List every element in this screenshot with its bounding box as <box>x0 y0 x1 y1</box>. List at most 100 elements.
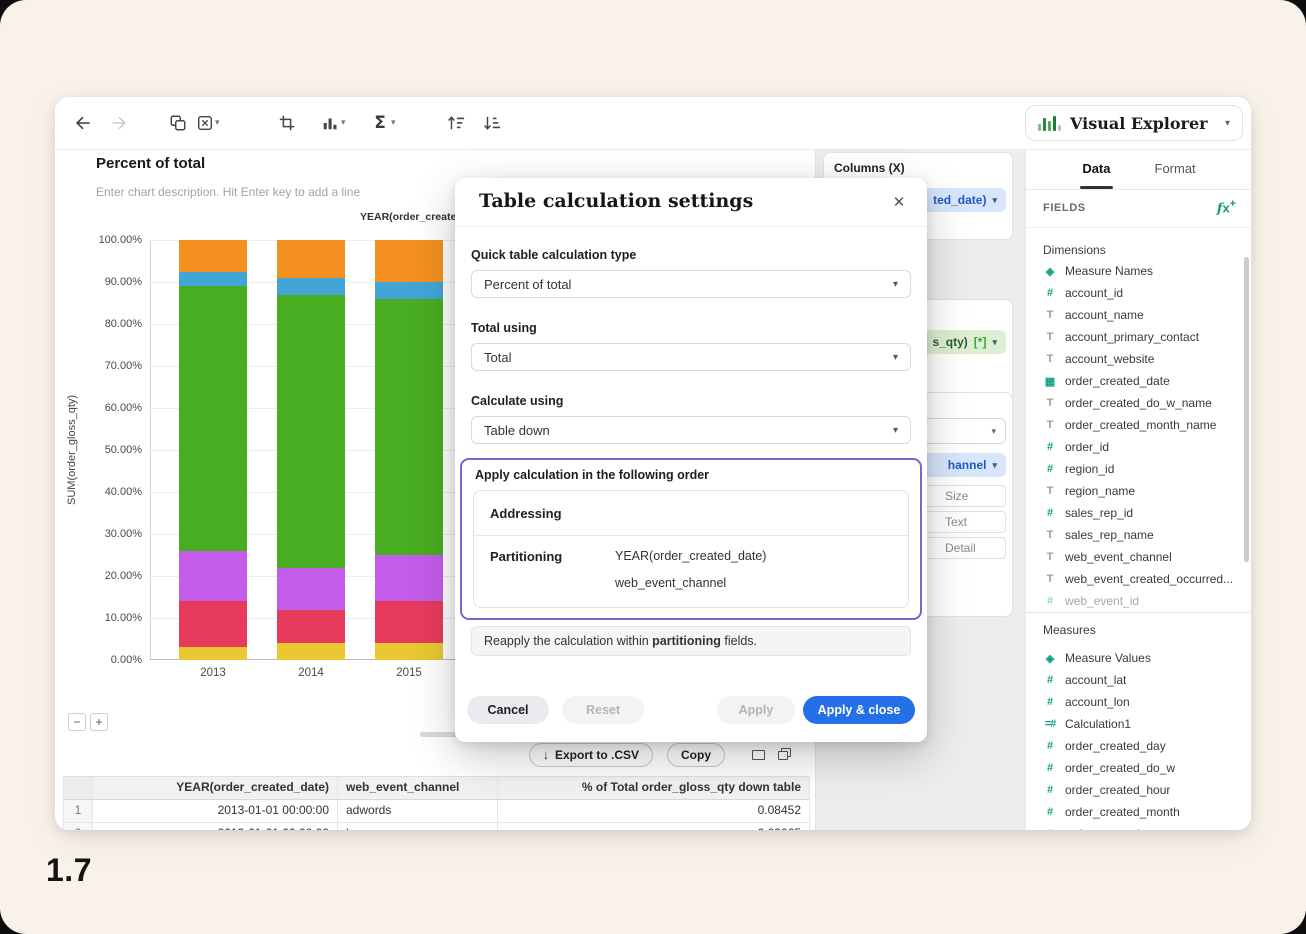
sort-descending-icon[interactable] <box>479 110 505 136</box>
chevron-down-icon: ▾ <box>1224 117 1230 129</box>
field-item[interactable]: # order_created_hour <box>1026 779 1242 801</box>
field-label: account_website <box>1065 352 1155 366</box>
bar-segment[interactable] <box>179 601 247 648</box>
bar-segment[interactable] <box>277 643 345 660</box>
export-csv-button[interactable]: ↓ Export to .CSV <box>529 743 654 767</box>
bar-segment[interactable] <box>277 277 345 295</box>
sort-ascending-icon[interactable] <box>443 110 469 136</box>
chevron-down-icon[interactable]: ▾ <box>215 117 220 128</box>
bar-segment[interactable] <box>375 240 443 282</box>
cancel-button[interactable]: Cancel <box>467 696 549 724</box>
field-label: web_event_id <box>1065 594 1140 608</box>
field-item[interactable]: Tregion_name <box>1026 480 1242 502</box>
duplicate-chart-icon[interactable] <box>165 110 191 136</box>
expand-table-icon[interactable] <box>778 748 792 760</box>
field-item[interactable]: ◈ Measure Names <box>1026 260 1242 282</box>
bar-segment[interactable] <box>375 643 443 660</box>
aggregate-sigma-icon[interactable]: Σ <box>367 110 393 136</box>
y-tick-label: 100.00% <box>98 234 142 246</box>
number-field-icon: # <box>1046 441 1054 453</box>
y-tick-label: 70.00% <box>104 360 142 372</box>
chart-title[interactable]: Percent of total <box>96 155 205 172</box>
zoom-out-button[interactable]: − <box>68 713 86 731</box>
calc-field-icon: =# <box>1044 718 1057 730</box>
field-item[interactable]: # web_event_id <box>1026 590 1242 612</box>
bar-segment[interactable] <box>179 271 247 287</box>
field-item[interactable]: Torder_created_do_w_name <box>1026 392 1242 414</box>
copy-button[interactable]: Copy <box>667 743 725 767</box>
table-cell: 0.03065 <box>498 823 810 830</box>
chart-type-icon[interactable] <box>317 110 343 136</box>
tab-data[interactable]: Data <box>1080 149 1113 189</box>
field-label: region_id <box>1065 462 1115 476</box>
modal-select-3[interactable]: Table down ▾ <box>471 416 911 444</box>
modal-select-2[interactable]: Total ▾ <box>471 343 911 371</box>
visual-explorer-switcher[interactable]: Visual Explorer ▾ <box>1025 105 1243 141</box>
bar-segment[interactable] <box>375 555 443 602</box>
field-item[interactable]: # order_id <box>1026 436 1242 458</box>
text-field-icon: T <box>1046 485 1054 497</box>
chevron-down-icon[interactable]: ▾ <box>341 117 346 128</box>
bar-segment[interactable] <box>179 286 247 551</box>
bar-segment[interactable] <box>277 567 345 610</box>
field-item[interactable]: # order_created_day <box>1026 735 1242 757</box>
bar-segment[interactable] <box>277 240 345 278</box>
table-cell: banner <box>338 823 498 830</box>
field-item[interactable]: # account_lat <box>1026 669 1242 691</box>
field-item[interactable]: =# Calculation1 <box>1026 713 1242 735</box>
text-field-icon: T <box>1046 551 1054 563</box>
apply-and-close-button[interactable]: Apply & close <box>803 696 915 724</box>
field-label: Measure Values <box>1065 651 1151 665</box>
field-item[interactable]: Taccount_website <box>1026 348 1242 370</box>
field-item[interactable]: ▦ order_created_date <box>1026 370 1242 392</box>
back-button[interactable] <box>70 110 96 136</box>
field-label: order_created_hour <box>1065 783 1171 797</box>
bar-segment[interactable] <box>375 601 443 644</box>
calculation-order-box: Addressing Partitioning YEAR(order_creat… <box>473 490 909 608</box>
chevron-down-icon[interactable]: ▾ <box>391 117 396 128</box>
bar-segment[interactable] <box>179 647 247 660</box>
field-item[interactable]: # sales_rep_id <box>1026 502 1242 524</box>
download-icon: ↓ <box>543 748 549 762</box>
y-tick-label: 10.00% <box>104 612 142 624</box>
close-icon[interactable]: ✕ <box>889 192 909 212</box>
sidebar-scrollbar[interactable] <box>1244 257 1249 562</box>
modal-field-label: Total using <box>471 321 537 335</box>
field-item[interactable]: # account_lon <box>1026 691 1242 713</box>
modal-select-1[interactable]: Percent of total ▾ <box>471 270 911 298</box>
bar-segment[interactable] <box>375 282 443 299</box>
number-field-icon: # <box>1046 287 1054 299</box>
field-item[interactable]: # order_created_do_w <box>1026 757 1242 779</box>
number-field-icon: # <box>1046 595 1054 607</box>
zoom-in-button[interactable]: + <box>90 713 108 731</box>
field-item[interactable]: # order_created_quarter <box>1026 823 1242 830</box>
number-field-icon: # <box>1046 696 1054 708</box>
field-item[interactable]: Tweb_event_channel <box>1026 546 1242 568</box>
bar-segment[interactable] <box>179 240 247 272</box>
add-calculation-icon[interactable]: fx+ <box>1217 198 1236 216</box>
field-item[interactable]: # region_id <box>1026 458 1242 480</box>
field-item[interactable]: ◈ Measure Values <box>1026 647 1242 669</box>
addressing-row: Addressing <box>474 491 908 536</box>
crop-icon[interactable] <box>274 110 300 136</box>
bar-segment[interactable] <box>375 298 443 555</box>
y-tick-label: 40.00% <box>104 486 142 498</box>
field-item[interactable]: Torder_created_month_name <box>1026 414 1242 436</box>
fields-sidebar: Data Format FIELDS fx+ Dimensions ◈ Measur… <box>1025 149 1251 830</box>
field-item[interactable]: Tweb_event_created_occurred... <box>1026 568 1242 590</box>
visual-explorer-label: Visual Explorer <box>1070 113 1208 133</box>
field-item[interactable]: # order_created_month <box>1026 801 1242 823</box>
tab-format[interactable]: Format <box>1155 149 1196 189</box>
number-field-icon: # <box>1046 762 1054 774</box>
field-item[interactable]: Taccount_primary_contact <box>1026 326 1242 348</box>
chevron-down-icon: ▾ <box>892 278 898 290</box>
bar-segment[interactable] <box>179 550 247 602</box>
chart-description-placeholder[interactable]: Enter chart description. Hit Enter key t… <box>96 185 360 199</box>
field-item[interactable]: Tsales_rep_name <box>1026 524 1242 546</box>
bar-segment[interactable] <box>277 609 345 644</box>
collapse-table-icon[interactable] <box>752 748 766 760</box>
field-item[interactable]: # account_id <box>1026 282 1242 304</box>
bar-segment[interactable] <box>277 294 345 568</box>
x-tick-label: 2013 <box>200 667 226 679</box>
field-item[interactable]: Taccount_name <box>1026 304 1242 326</box>
